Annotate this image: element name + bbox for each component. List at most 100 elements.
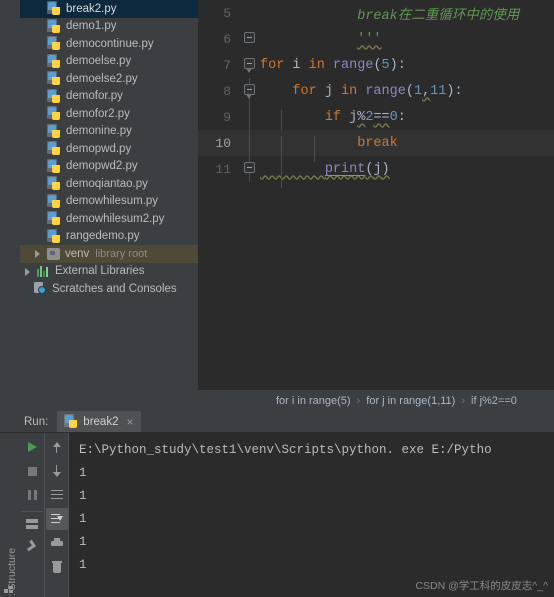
- close-icon[interactable]: ×: [126, 415, 133, 429]
- paren-open: (: [405, 83, 414, 99]
- var-j: j: [373, 161, 382, 177]
- code-content: print(j): [260, 161, 554, 188]
- tree-item-demoelse2[interactable]: demoelse2.py: [20, 70, 198, 88]
- run-window-label: Run:: [24, 415, 49, 428]
- fold-collapse-icon[interactable]: [244, 162, 255, 173]
- line-number: 6: [223, 31, 231, 47]
- code-scroll-area[interactable]: 5 break在二重循环中的使用 6 ''' 7 for i in range(…: [198, 0, 554, 389]
- line-number: 7: [223, 57, 231, 73]
- code-editor[interactable]: 5 break在二重循环中的使用 6 ''' 7 for i in range(…: [198, 0, 554, 411]
- project-tree-panel[interactable]: break2.py demo1.py democontinue.py demoe…: [20, 0, 198, 411]
- fold-guide-line: [249, 130, 250, 156]
- breadcrumb-item-if[interactable]: if j%2==0: [471, 395, 517, 407]
- tree-left-rail: [0, 0, 20, 411]
- pause-icon: [27, 490, 37, 500]
- code-content: for j in range(1,11):: [260, 84, 554, 99]
- code-line[interactable]: 11 print(j): [198, 156, 554, 188]
- fold-column[interactable]: [240, 52, 260, 78]
- tree-item-break2[interactable]: break2.py: [20, 0, 198, 18]
- chevron-right-icon[interactable]: [34, 249, 43, 259]
- tree-item-rangedemo[interactable]: rangedemo.py: [20, 228, 198, 246]
- down-button[interactable]: [46, 460, 68, 482]
- clear-all-button[interactable]: [46, 556, 68, 578]
- fold-column: [240, 130, 260, 156]
- venv-sublabel: library root: [95, 247, 148, 260]
- chevron-right-icon: ›: [356, 394, 361, 407]
- fold-expand-icon[interactable]: [244, 58, 255, 74]
- python-file-icon: [47, 176, 61, 191]
- keyword-in: in: [308, 57, 325, 73]
- colon: :: [397, 109, 406, 125]
- run-tab-break2[interactable]: break2 ×: [57, 411, 142, 432]
- layout-button[interactable]: [21, 511, 43, 533]
- python-file-icon: [47, 228, 61, 243]
- tree-item-venv[interactable]: venv library root: [20, 245, 198, 263]
- tree-item-label: demofor2.py: [66, 107, 130, 120]
- python-file-icon: [47, 193, 61, 208]
- soft-wrap-button[interactable]: [46, 484, 68, 506]
- tree-item-demowhilesum[interactable]: demowhilesum.py: [20, 193, 198, 211]
- python-file-icon: [64, 414, 78, 428]
- tree-item-demoqiantao[interactable]: demoqiantao.py: [20, 175, 198, 193]
- up-button[interactable]: [46, 436, 68, 458]
- tree-item-demopwd2[interactable]: demopwd2.py: [20, 158, 198, 176]
- python-file-icon: [47, 71, 61, 86]
- fold-column[interactable]: [240, 156, 260, 182]
- code-line-current[interactable]: 10 break: [198, 130, 554, 162]
- code-line[interactable]: 6 ''': [198, 26, 554, 52]
- pause-button[interactable]: [21, 484, 43, 506]
- tree-item-label: venv: [65, 247, 90, 260]
- tree-item-demoelse[interactable]: demoelse.py: [20, 53, 198, 71]
- run-toolbar-primary: [20, 433, 44, 597]
- code-line[interactable]: 8 for j in range(1,11):: [198, 78, 554, 104]
- paren-close-colon: ):: [389, 57, 406, 73]
- tree-item-label: demoqiantao.py: [66, 177, 148, 190]
- console-output[interactable]: E:\Python_study\test1\venv\Scripts\pytho…: [68, 433, 554, 597]
- tree-item-demopwd[interactable]: demopwd.py: [20, 140, 198, 158]
- op-eq: ==: [373, 109, 390, 125]
- python-file-icon: [47, 36, 61, 51]
- stop-button[interactable]: [21, 460, 43, 482]
- scroll-to-end-button[interactable]: [45, 508, 68, 530]
- paren-close-colon: ):: [446, 83, 463, 99]
- code-content: break: [260, 135, 554, 162]
- rerun-button[interactable]: [21, 436, 43, 458]
- docstring-end: ''': [357, 31, 382, 47]
- tree-item-demofor[interactable]: demofor.py: [20, 88, 198, 106]
- pycharm-window: break2.py demo1.py democontinue.py demoe…: [0, 0, 554, 597]
- console-line: 1: [79, 466, 87, 480]
- tree-item-label: External Libraries: [55, 265, 145, 278]
- fold-collapse-icon[interactable]: [244, 32, 255, 43]
- fold-column: [240, 0, 260, 26]
- chevron-right-icon[interactable]: [24, 267, 33, 276]
- fold-column[interactable]: [240, 26, 260, 52]
- structure-tool-strip[interactable]: 7: Structure: [0, 433, 20, 597]
- pin-button[interactable]: [21, 535, 43, 557]
- code-line[interactable]: 7 for i in range(5):: [198, 52, 554, 78]
- breadcrumb[interactable]: for i in range(5) › for j in range(1,11)…: [198, 389, 554, 411]
- run-tool-window: Run: break2 × 7: Structure E:\Python_stu…: [0, 411, 554, 597]
- tree-item-demonine[interactable]: demonine.py: [20, 123, 198, 141]
- tree-item-scratches[interactable]: Scratches and Consoles: [20, 280, 198, 298]
- code-line[interactable]: 9 if j%2==0:: [198, 104, 554, 136]
- tree-item-demofor2[interactable]: demofor2.py: [20, 105, 198, 123]
- var-j: j: [341, 109, 358, 125]
- stop-icon: [27, 466, 37, 476]
- fold-column[interactable]: [240, 78, 260, 104]
- tree-item-demowhilesum2[interactable]: demowhilesum2.py: [20, 210, 198, 228]
- fold-expand-icon[interactable]: [244, 84, 255, 100]
- var-i: i: [284, 57, 309, 73]
- tree-item-democontinue[interactable]: democontinue.py: [20, 35, 198, 53]
- breadcrumb-item-inner-for[interactable]: for j in range(1,11): [366, 395, 455, 407]
- run-body: 7: Structure E:\Python_study\test1\venv\…: [0, 433, 554, 597]
- print-button[interactable]: [46, 532, 68, 554]
- fold-column: [240, 104, 260, 130]
- paren-close: ): [381, 161, 390, 177]
- pin-icon: [26, 540, 38, 552]
- fn-print: print: [324, 161, 366, 177]
- tree-item-demo1[interactable]: demo1.py: [20, 18, 198, 36]
- run-toolbar-secondary: [44, 433, 68, 597]
- python-file-icon: [47, 1, 61, 16]
- tree-item-external-libraries[interactable]: External Libraries: [20, 263, 198, 281]
- breadcrumb-item-outer-for[interactable]: for i in range(5): [276, 395, 351, 407]
